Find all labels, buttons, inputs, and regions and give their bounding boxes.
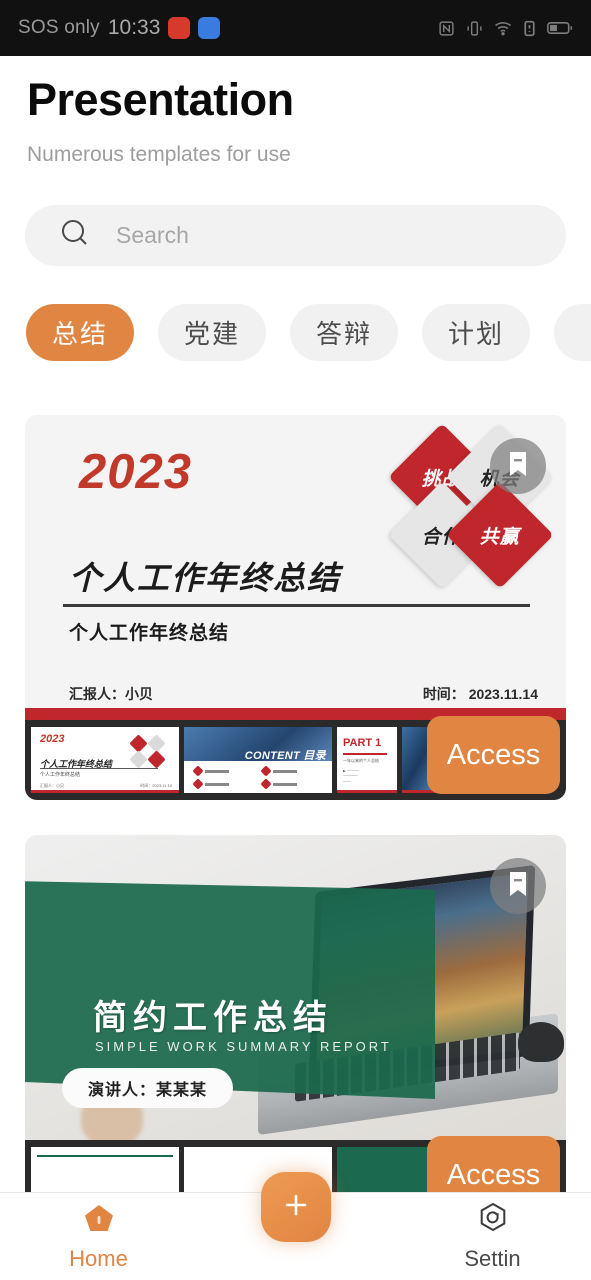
- search-input[interactable]: Search: [116, 222, 189, 249]
- template-card-2[interactable]: 简约工作总结 SIMPLE WORK SUMMARY REPORT 演讲人：某某…: [25, 835, 566, 1220]
- nav-item-settings[interactable]: Settin: [394, 1201, 591, 1272]
- slide-preview-1: 2023 个人工作年终总结 个人工作年终总结 汇报人：小贝 时间： 2023.1…: [25, 415, 566, 720]
- slide2-speaker-pill: 演讲人：某某某: [62, 1068, 234, 1108]
- category-chip-row[interactable]: 总结 党建 答辩 计划 讠: [0, 303, 591, 361]
- signal-icon: [523, 20, 536, 37]
- bookmark-button-card-1[interactable]: [490, 438, 546, 494]
- vibrate-icon: [466, 20, 483, 37]
- chip-dangjian[interactable]: 党建: [158, 303, 267, 361]
- slide-divider: [63, 604, 530, 607]
- chip-dabian[interactable]: 答辩: [290, 303, 399, 361]
- search-bar[interactable]: Search: [25, 205, 566, 266]
- plus-icon: [279, 1188, 313, 1227]
- thumbnail-part1[interactable]: PART 1 一年以来的个人总结 ▶ ───── ────── ───: [337, 727, 397, 793]
- template-card-1[interactable]: 2023 个人工作年终总结 个人工作年终总结 汇报人：小贝 时间： 2023.1…: [25, 415, 566, 800]
- slide2-main-title: 简约工作总结: [93, 999, 333, 1037]
- status-bar-left: SOS only 10:33: [18, 16, 221, 40]
- status-bar-right: [438, 20, 573, 37]
- clock-label: 10:33: [107, 16, 161, 39]
- nav-item-home[interactable]: Home: [0, 1201, 197, 1272]
- page-subtitle: Numerous templates for use: [27, 143, 291, 166]
- bookmark-icon: [506, 450, 530, 483]
- thumb-diamond-4: [147, 750, 166, 769]
- desk-object-shape: [518, 1022, 564, 1062]
- thumb-part-label: PART 1: [343, 737, 382, 749]
- chip-jihua[interactable]: 计划: [422, 303, 531, 361]
- nav-home-label: Home: [69, 1246, 128, 1271]
- bookmark-icon: [506, 870, 530, 903]
- nav-settings-label: Settin: [464, 1246, 521, 1271]
- page-title: Presentation: [27, 74, 294, 125]
- wifi-icon: [494, 21, 512, 36]
- thumb-date: 时间：2023.11.14: [140, 783, 172, 788]
- access-button-card-1[interactable]: Access: [427, 716, 560, 794]
- thumbnail-cover[interactable]: 2023 个人工作年终总结 个人工作年终总结 汇报人：小贝 时间：2023.11…: [31, 727, 179, 793]
- thumb-diamond-3: [129, 750, 148, 769]
- thumb-reporter: 汇报人：小贝: [40, 783, 64, 788]
- blue-app-icon: [198, 17, 221, 39]
- chip-next-partial[interactable]: 讠: [554, 303, 591, 361]
- thumb-divider: [40, 768, 158, 769]
- thumb-bottom-bar: [31, 790, 179, 793]
- thumb-contents-bullets: [192, 765, 324, 790]
- nfc-icon: [438, 20, 455, 37]
- battery-icon: [547, 21, 573, 35]
- thumb-part-sub: 一年以来的个人总结: [343, 758, 379, 763]
- thumb-year: 2023: [40, 733, 65, 745]
- slide-reporter: 汇报人：小贝: [69, 686, 153, 702]
- search-icon: [59, 217, 91, 254]
- app-screen: SOS only 10:33 Presentation Numerous tem…: [0, 0, 591, 1280]
- thumbnail-contents[interactable]: CONTENT 目录: [184, 727, 332, 793]
- red-app-icon: [168, 17, 191, 39]
- thumb-part-bottom-bar: [337, 790, 397, 793]
- add-button[interactable]: [260, 1172, 331, 1242]
- slide-date: 时间： 2023.11.14: [422, 686, 538, 702]
- bookmark-button-card-2[interactable]: [490, 858, 546, 914]
- gear-icon: [476, 1201, 510, 1240]
- thumb-part-rule: [343, 753, 387, 755]
- slide2-sub-title: SIMPLE WORK SUMMARY REPORT: [95, 1039, 392, 1054]
- slide-sub-title: 个人工作年终总结: [69, 623, 230, 644]
- home-icon: [82, 1201, 116, 1240]
- chip-zongjie[interactable]: 总结: [26, 303, 135, 361]
- slide-year-label: 2023: [79, 445, 193, 499]
- thumb-subtitle: 个人工作年终总结: [40, 772, 81, 778]
- status-bar: SOS only 10:33: [0, 0, 591, 56]
- carrier-label: SOS only: [18, 17, 100, 38]
- slide-preview-2: 简约工作总结 SIMPLE WORK SUMMARY REPORT 演讲人：某某…: [25, 835, 566, 1140]
- slide-main-title: 个人工作年终总结: [69, 560, 342, 596]
- thumb-part-body: ▶ ───── ────── ───: [343, 769, 360, 784]
